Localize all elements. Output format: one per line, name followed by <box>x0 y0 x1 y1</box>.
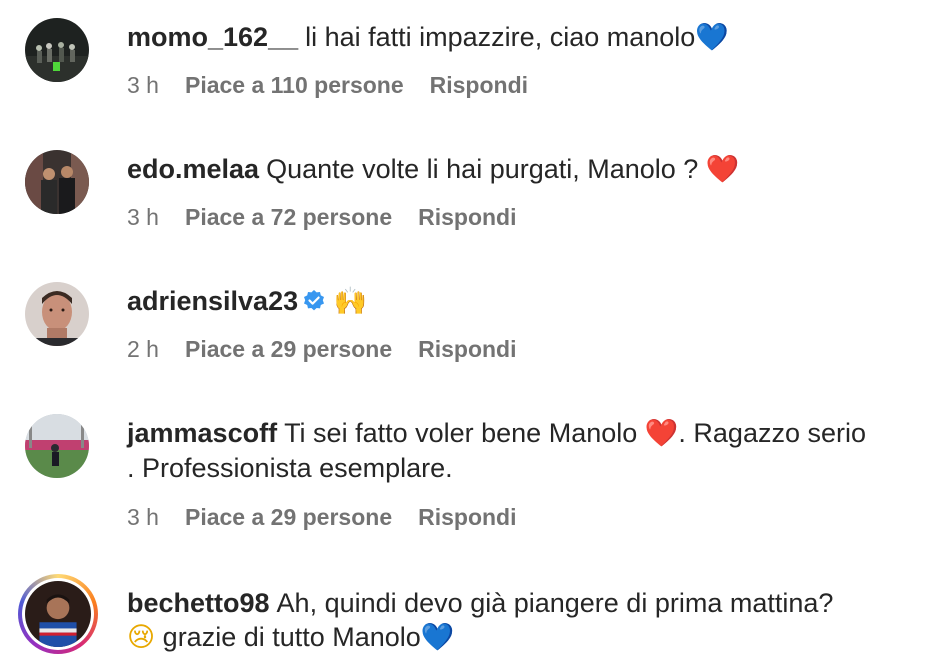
comment-body: li hai fatti impazzire, ciao manolo <box>305 22 696 52</box>
comment-body: grazie di tutto Manolo <box>162 622 421 652</box>
reply-button[interactable]: Rispondi <box>418 204 516 231</box>
comment-body: . Ragazzo serio <box>678 418 866 448</box>
reply-button[interactable]: Rispondi <box>418 336 516 363</box>
comment-username[interactable]: edo.melaa <box>127 154 259 184</box>
comment-text: edo.melaa Quante volte li hai purgati, Ma… <box>127 152 917 187</box>
comment-likes-link[interactable]: Piace a 72 persone <box>185 204 392 231</box>
comment-time: 2 h <box>127 336 159 362</box>
blue-heart-emoji: 💙 <box>695 22 729 53</box>
avatar[interactable] <box>25 150 89 214</box>
avatar <box>25 581 91 647</box>
reply-button[interactable]: Rispondi <box>430 72 528 99</box>
comment-time: 3 h <box>127 504 159 530</box>
comment-body: Ti sei fatto voler bene Manolo <box>284 418 638 448</box>
crying-face-emoji: 😢 <box>127 622 156 653</box>
raising-hands-emoji: 🙌 <box>333 286 368 317</box>
comment-body: . Professionista esemplare. <box>127 453 453 483</box>
comment-body: Quante volte li hai purgati, Manolo ? <box>266 154 699 184</box>
comment-meta: 3 h Piace a 29 persone Rispondi <box>127 504 517 531</box>
blue-heart-emoji: 💙 <box>420 622 455 653</box>
story-ring-avatar[interactable] <box>18 574 98 654</box>
comment-meta: 2 h Piace a 29 persone Rispondi <box>127 336 517 363</box>
comment-username[interactable]: momo_162__ <box>127 22 298 52</box>
comment-username[interactable]: bechetto98 <box>127 588 270 618</box>
avatar[interactable] <box>25 282 89 346</box>
comment-body: Ah, quindi devo già piangere di prima ma… <box>276 588 834 618</box>
avatar[interactable] <box>25 414 89 478</box>
comment-username[interactable]: jammascoff <box>127 418 277 448</box>
reply-button[interactable]: Rispondi <box>418 504 516 531</box>
avatar[interactable] <box>25 18 89 82</box>
red-heart-emoji: ❤️ <box>644 418 679 449</box>
red-heart-emoji: ❤️ <box>705 154 740 185</box>
verified-badge-icon <box>302 287 326 311</box>
comment-likes-link[interactable]: Piace a 29 persone <box>185 336 392 363</box>
comment-likes-link[interactable]: Piace a 110 persone <box>185 72 404 99</box>
comment-text: jammascoff Ti sei fatto voler bene Manolo… <box>127 416 917 485</box>
comment-time: 3 h <box>127 204 159 230</box>
comment-likes-link[interactable]: Piace a 29 persone <box>185 504 392 531</box>
comment-text: momo_162__ li hai fatti impazzire, ciao m… <box>127 20 917 55</box>
comment-text: bechetto98 Ah, quindi devo già piangere d… <box>127 586 917 655</box>
comment-meta: 3 h Piace a 110 persone Rispondi <box>127 72 528 99</box>
comment-meta: 3 h Piace a 72 persone Rispondi <box>127 204 517 231</box>
comment-text: adriensilva23 🙌 <box>127 284 917 319</box>
comment-username[interactable]: adriensilva23 <box>127 286 298 316</box>
comment-time: 3 h <box>127 72 159 98</box>
